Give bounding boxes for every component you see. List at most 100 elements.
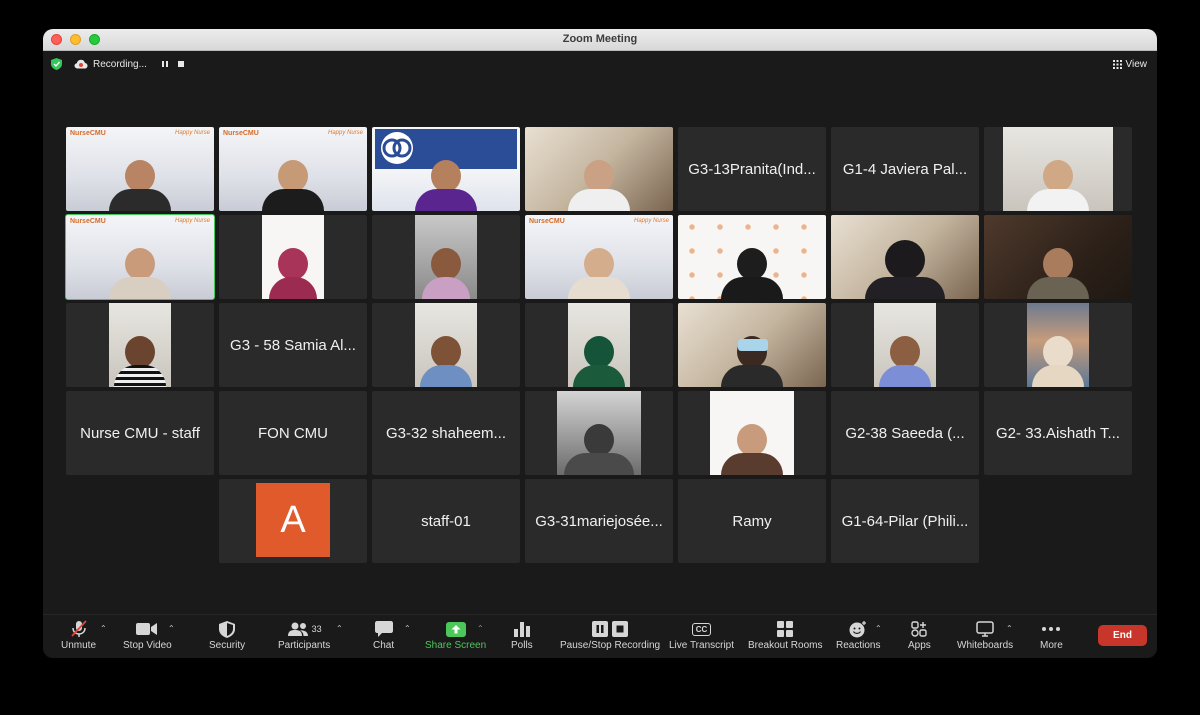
participant-video	[678, 303, 826, 387]
video-options-chevron-icon[interactable]: ⌃	[168, 624, 175, 633]
participant-video: NurseCMU Happy Nurse	[525, 215, 673, 299]
polls-button[interactable]: Polls	[511, 619, 533, 651]
participant-tile[interactable]	[219, 215, 367, 299]
reactions-label: Reactions	[836, 640, 881, 651]
participant-tile[interactable]: NurseCMU Happy Nurse	[66, 127, 214, 211]
live-transcript-label: Live Transcript	[669, 640, 735, 651]
participant-video	[984, 215, 1132, 299]
participant-tile[interactable]: NurseCMU Happy Nurse	[219, 127, 367, 211]
participant-tile[interactable]	[372, 303, 520, 387]
participant-tile[interactable]	[525, 127, 673, 211]
participant-tile[interactable]	[372, 215, 520, 299]
participant-tile[interactable]	[678, 215, 826, 299]
participant-video	[109, 303, 171, 387]
reactions-options-chevron-icon[interactable]: ⌃	[875, 624, 882, 633]
share-screen-icon	[445, 621, 466, 637]
participant-figure	[109, 248, 171, 299]
breakout-rooms-button[interactable]: Breakout Rooms	[748, 619, 822, 651]
pause-recording-icon[interactable]	[160, 59, 170, 69]
participant-tile[interactable]: Ramy	[678, 479, 826, 563]
security-button[interactable]: Security	[209, 619, 245, 651]
closed-caption-icon: CC	[691, 622, 712, 636]
participant-tile[interactable]: G2-38 Saeeda (...	[831, 391, 979, 475]
participant-figure	[109, 160, 171, 211]
participant-figure	[420, 336, 472, 387]
participant-name: Nurse CMU - staff	[80, 424, 200, 442]
pause-stop-recording-button[interactable]: Pause/Stop Recording	[560, 619, 660, 651]
participant-tile[interactable]: G3-32 shaheem...	[372, 391, 520, 475]
encryption-shield-icon[interactable]	[51, 58, 62, 70]
chat-button[interactable]: Chat	[373, 619, 394, 651]
participant-figure	[422, 248, 470, 299]
apps-icon	[911, 621, 928, 637]
chat-options-chevron-icon[interactable]: ⌃	[404, 624, 411, 633]
participant-tile[interactable]: Nurse CMU - staff	[66, 391, 214, 475]
apps-button[interactable]: Apps	[908, 619, 931, 651]
participant-tile-active-speaker[interactable]: NurseCMU Happy Nurse	[65, 214, 215, 300]
meeting-top-bar: Recording... View	[43, 51, 1157, 77]
stop-video-label: Stop Video	[123, 640, 172, 651]
participant-video	[262, 215, 324, 299]
participant-video	[1003, 127, 1113, 211]
participant-tile[interactable]	[525, 303, 673, 387]
participant-tile[interactable]: G1-64-Pilar (Phili...	[831, 479, 979, 563]
share-options-chevron-icon[interactable]: ⌃	[477, 624, 484, 633]
participant-tile[interactable]: G3 - 58 Samia Al...	[219, 303, 367, 387]
participant-tile[interactable]: G3-31mariejosée...	[525, 479, 673, 563]
participant-tile[interactable]	[525, 391, 673, 475]
audio-options-chevron-icon[interactable]: ⌃	[100, 624, 107, 633]
participant-video	[568, 303, 630, 387]
stop-recording-icon[interactable]	[176, 59, 186, 69]
whiteboard-icon	[976, 621, 994, 637]
nursecmu-logo: NurseCMU	[529, 218, 565, 225]
participant-tile[interactable]: G3-13Pranita(Ind...	[678, 127, 826, 211]
participants-icon	[287, 622, 308, 636]
participants-label: Participants	[278, 640, 331, 651]
participant-tile[interactable]	[66, 303, 214, 387]
participant-tile[interactable]: A	[219, 479, 367, 563]
view-button[interactable]: View	[1112, 57, 1147, 71]
participant-figure	[568, 248, 630, 299]
participant-video	[415, 215, 477, 299]
whiteboards-button[interactable]: Whiteboards	[957, 619, 1013, 651]
participant-tile[interactable]: FON CMU	[219, 391, 367, 475]
participant-name: G1-4 Javiera Pal...	[842, 160, 968, 178]
participant-figure	[269, 248, 317, 299]
participant-tile[interactable]	[372, 127, 520, 211]
security-shield-icon	[219, 620, 236, 638]
participant-tile[interactable]	[678, 391, 826, 475]
participants-button[interactable]: 33 Participants	[278, 619, 330, 651]
reactions-button[interactable]: Reactions	[836, 619, 880, 651]
participant-name: FON CMU	[258, 424, 328, 442]
participant-tile[interactable]	[984, 303, 1132, 387]
participant-tile[interactable]: staff-01	[372, 479, 520, 563]
participant-video	[874, 303, 936, 387]
participant-tile[interactable]	[831, 215, 979, 299]
recording-indicator[interactable]: Recording...	[74, 57, 147, 71]
nursecmu-logo: NurseCMU	[223, 130, 259, 137]
breakout-rooms-icon	[777, 621, 794, 637]
participant-video	[525, 127, 673, 211]
participant-figure	[865, 240, 945, 299]
participant-tile[interactable]	[984, 127, 1132, 211]
participant-figure	[415, 160, 477, 211]
participant-tile[interactable]	[984, 215, 1132, 299]
more-button[interactable]: More	[1040, 619, 1063, 651]
participant-tile[interactable]: G2- 33.Aishath T...	[984, 391, 1132, 475]
happy-nurse-logo: Happy Nurse	[633, 218, 669, 224]
participant-tile[interactable]	[678, 303, 826, 387]
participant-tile[interactable]	[831, 303, 979, 387]
participant-video	[831, 215, 979, 299]
participant-tile[interactable]: NurseCMU Happy Nurse	[525, 215, 673, 299]
unmute-label: Unmute	[61, 640, 97, 651]
participant-figure	[879, 336, 931, 387]
whiteboards-options-chevron-icon[interactable]: ⌃	[1006, 624, 1013, 633]
end-meeting-button[interactable]: End	[1098, 625, 1147, 646]
participant-tile[interactable]: G1-4 Javiera Pal...	[831, 127, 979, 211]
apps-label: Apps	[908, 640, 931, 651]
participants-options-chevron-icon[interactable]: ⌃	[336, 624, 343, 633]
participant-name: G3 - 58 Samia Al...	[230, 336, 356, 354]
live-transcript-button[interactable]: CC Live Transcript	[669, 619, 734, 651]
stop-video-button[interactable]: Stop Video	[123, 619, 172, 651]
unmute-button[interactable]: Unmute	[61, 619, 96, 651]
